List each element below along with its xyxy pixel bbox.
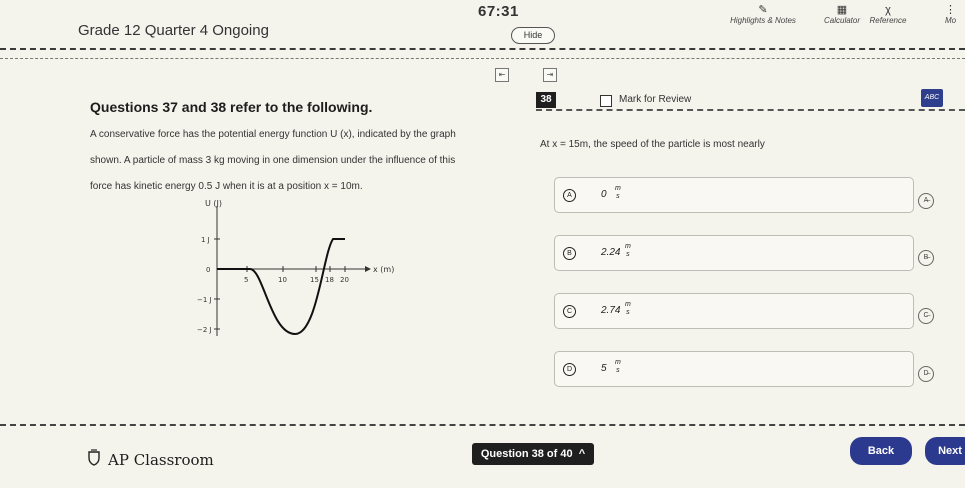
choice-d[interactable]: D 5 ms <box>554 351 914 387</box>
choice-d-letter: D <box>563 363 576 376</box>
stimulus-title: Questions 37 and 38 refer to the followi… <box>90 99 373 115</box>
choice-a-value: 0 <box>601 189 607 200</box>
question-navigator-label: Question 38 of 40 <box>480 448 573 460</box>
back-button[interactable]: Back <box>850 437 912 465</box>
x-axis-arrow <box>365 266 371 272</box>
strike-choice-b-button[interactable]: B̶ <box>918 250 934 266</box>
reference-button[interactable]: χ Reference <box>866 4 910 25</box>
hide-timer-button[interactable]: Hide <box>511 27 555 44</box>
question-header-divider <box>536 109 965 111</box>
reference-icon: χ <box>885 4 891 16</box>
expand-right-pane-button[interactable]: ⇥ <box>543 68 557 82</box>
reference-label: Reference <box>869 16 907 25</box>
chevron-up-icon: ^ <box>575 448 586 460</box>
header-divider-secondary <box>0 58 965 59</box>
choice-b[interactable]: B 2.24 ms <box>554 235 914 271</box>
choice-a-letter: A <box>563 189 576 202</box>
potential-energy-graph: U (J) x (m) 1 J 0 −1 J −2 J 5 10 15 18 2… <box>197 199 394 336</box>
choice-b-letter: B <box>563 247 576 260</box>
collapse-left-pane-button[interactable]: ⇤ <box>495 68 509 82</box>
stimulus-line-3: force has kinetic energy 0.5 J when it i… <box>90 181 363 192</box>
more-icon: ⋮ <box>945 4 956 16</box>
choice-b-value: 2.24 <box>601 247 621 258</box>
choice-b-unit: ms <box>625 243 631 258</box>
highlighter-icon: ✎ <box>758 4 768 16</box>
choice-a-unit: ms <box>615 185 621 200</box>
calculator-icon: ▦ <box>836 4 848 16</box>
strike-choice-c-button[interactable]: C̶ <box>918 308 934 324</box>
y-tick-label: −1 J <box>197 296 212 304</box>
calculator-button[interactable]: ▦ Calculator <box>822 4 862 25</box>
highlights-notes-label: Highlights & Notes <box>730 16 796 25</box>
brand-name: AP Classroom <box>108 451 214 469</box>
stimulus-line-2: shown. A particle of mass 3 kg moving in… <box>90 155 456 166</box>
footer-divider <box>0 424 965 426</box>
y-axis-label: U (J) <box>205 199 222 208</box>
calculator-label: Calculator <box>823 16 860 25</box>
question-navigator-button[interactable]: Question 38 of 40 ^ <box>472 443 594 465</box>
y-tick-label: 1 J <box>201 236 210 244</box>
x-tick-label: 20 <box>340 276 349 284</box>
stimulus-line-1: A conservative force has the potential e… <box>90 129 456 140</box>
choice-a[interactable]: A 0 ms <box>554 177 914 213</box>
more-button[interactable]: ⋮ Mo <box>945 4 965 25</box>
y-tick-label: 0 <box>206 266 210 274</box>
choice-c-value: 2.74 <box>601 305 621 316</box>
ap-classroom-logo-icon <box>88 449 100 466</box>
choice-c-letter: C <box>563 305 576 318</box>
choice-c[interactable]: C 2.74 ms <box>554 293 914 329</box>
choice-d-value: 5 <box>601 363 607 374</box>
x-tick-label: 10 <box>278 276 287 284</box>
exam-title: Grade 12 Quarter 4 Ongoing <box>78 22 269 39</box>
strike-choice-d-button[interactable]: D̶ <box>918 366 934 382</box>
y-tick-label: −2 J <box>197 326 212 334</box>
x-tick-label: 18 <box>325 276 334 284</box>
choice-d-unit: ms <box>615 359 621 374</box>
next-button[interactable]: Next <box>925 437 965 465</box>
potential-energy-curve <box>217 238 345 336</box>
highlights-notes-button[interactable]: ✎ Highlights & Notes <box>728 4 798 25</box>
choice-c-unit: ms <box>625 301 631 316</box>
mark-for-review-checkbox[interactable] <box>600 95 612 107</box>
mark-for-review-label[interactable]: Mark for Review <box>619 94 691 105</box>
answer-eliminator-toggle[interactable]: ABC <box>921 89 943 107</box>
exam-header: Grade 12 Quarter 4 Ongoing 67:31 Hide ✎ … <box>0 0 965 55</box>
strike-choice-a-button[interactable]: A̶ <box>918 193 934 209</box>
x-tick-label: 15 <box>310 276 319 284</box>
question-stem: At x = 15m, the speed of the particle is… <box>540 139 765 150</box>
question-number-badge: 38 <box>536 92 556 108</box>
header-divider <box>0 48 965 50</box>
more-label: Mo <box>945 16 957 25</box>
x-tick-label: 5 <box>244 276 248 284</box>
x-axis-label: x (m) <box>373 265 394 274</box>
timer: 67:31 <box>478 3 519 20</box>
